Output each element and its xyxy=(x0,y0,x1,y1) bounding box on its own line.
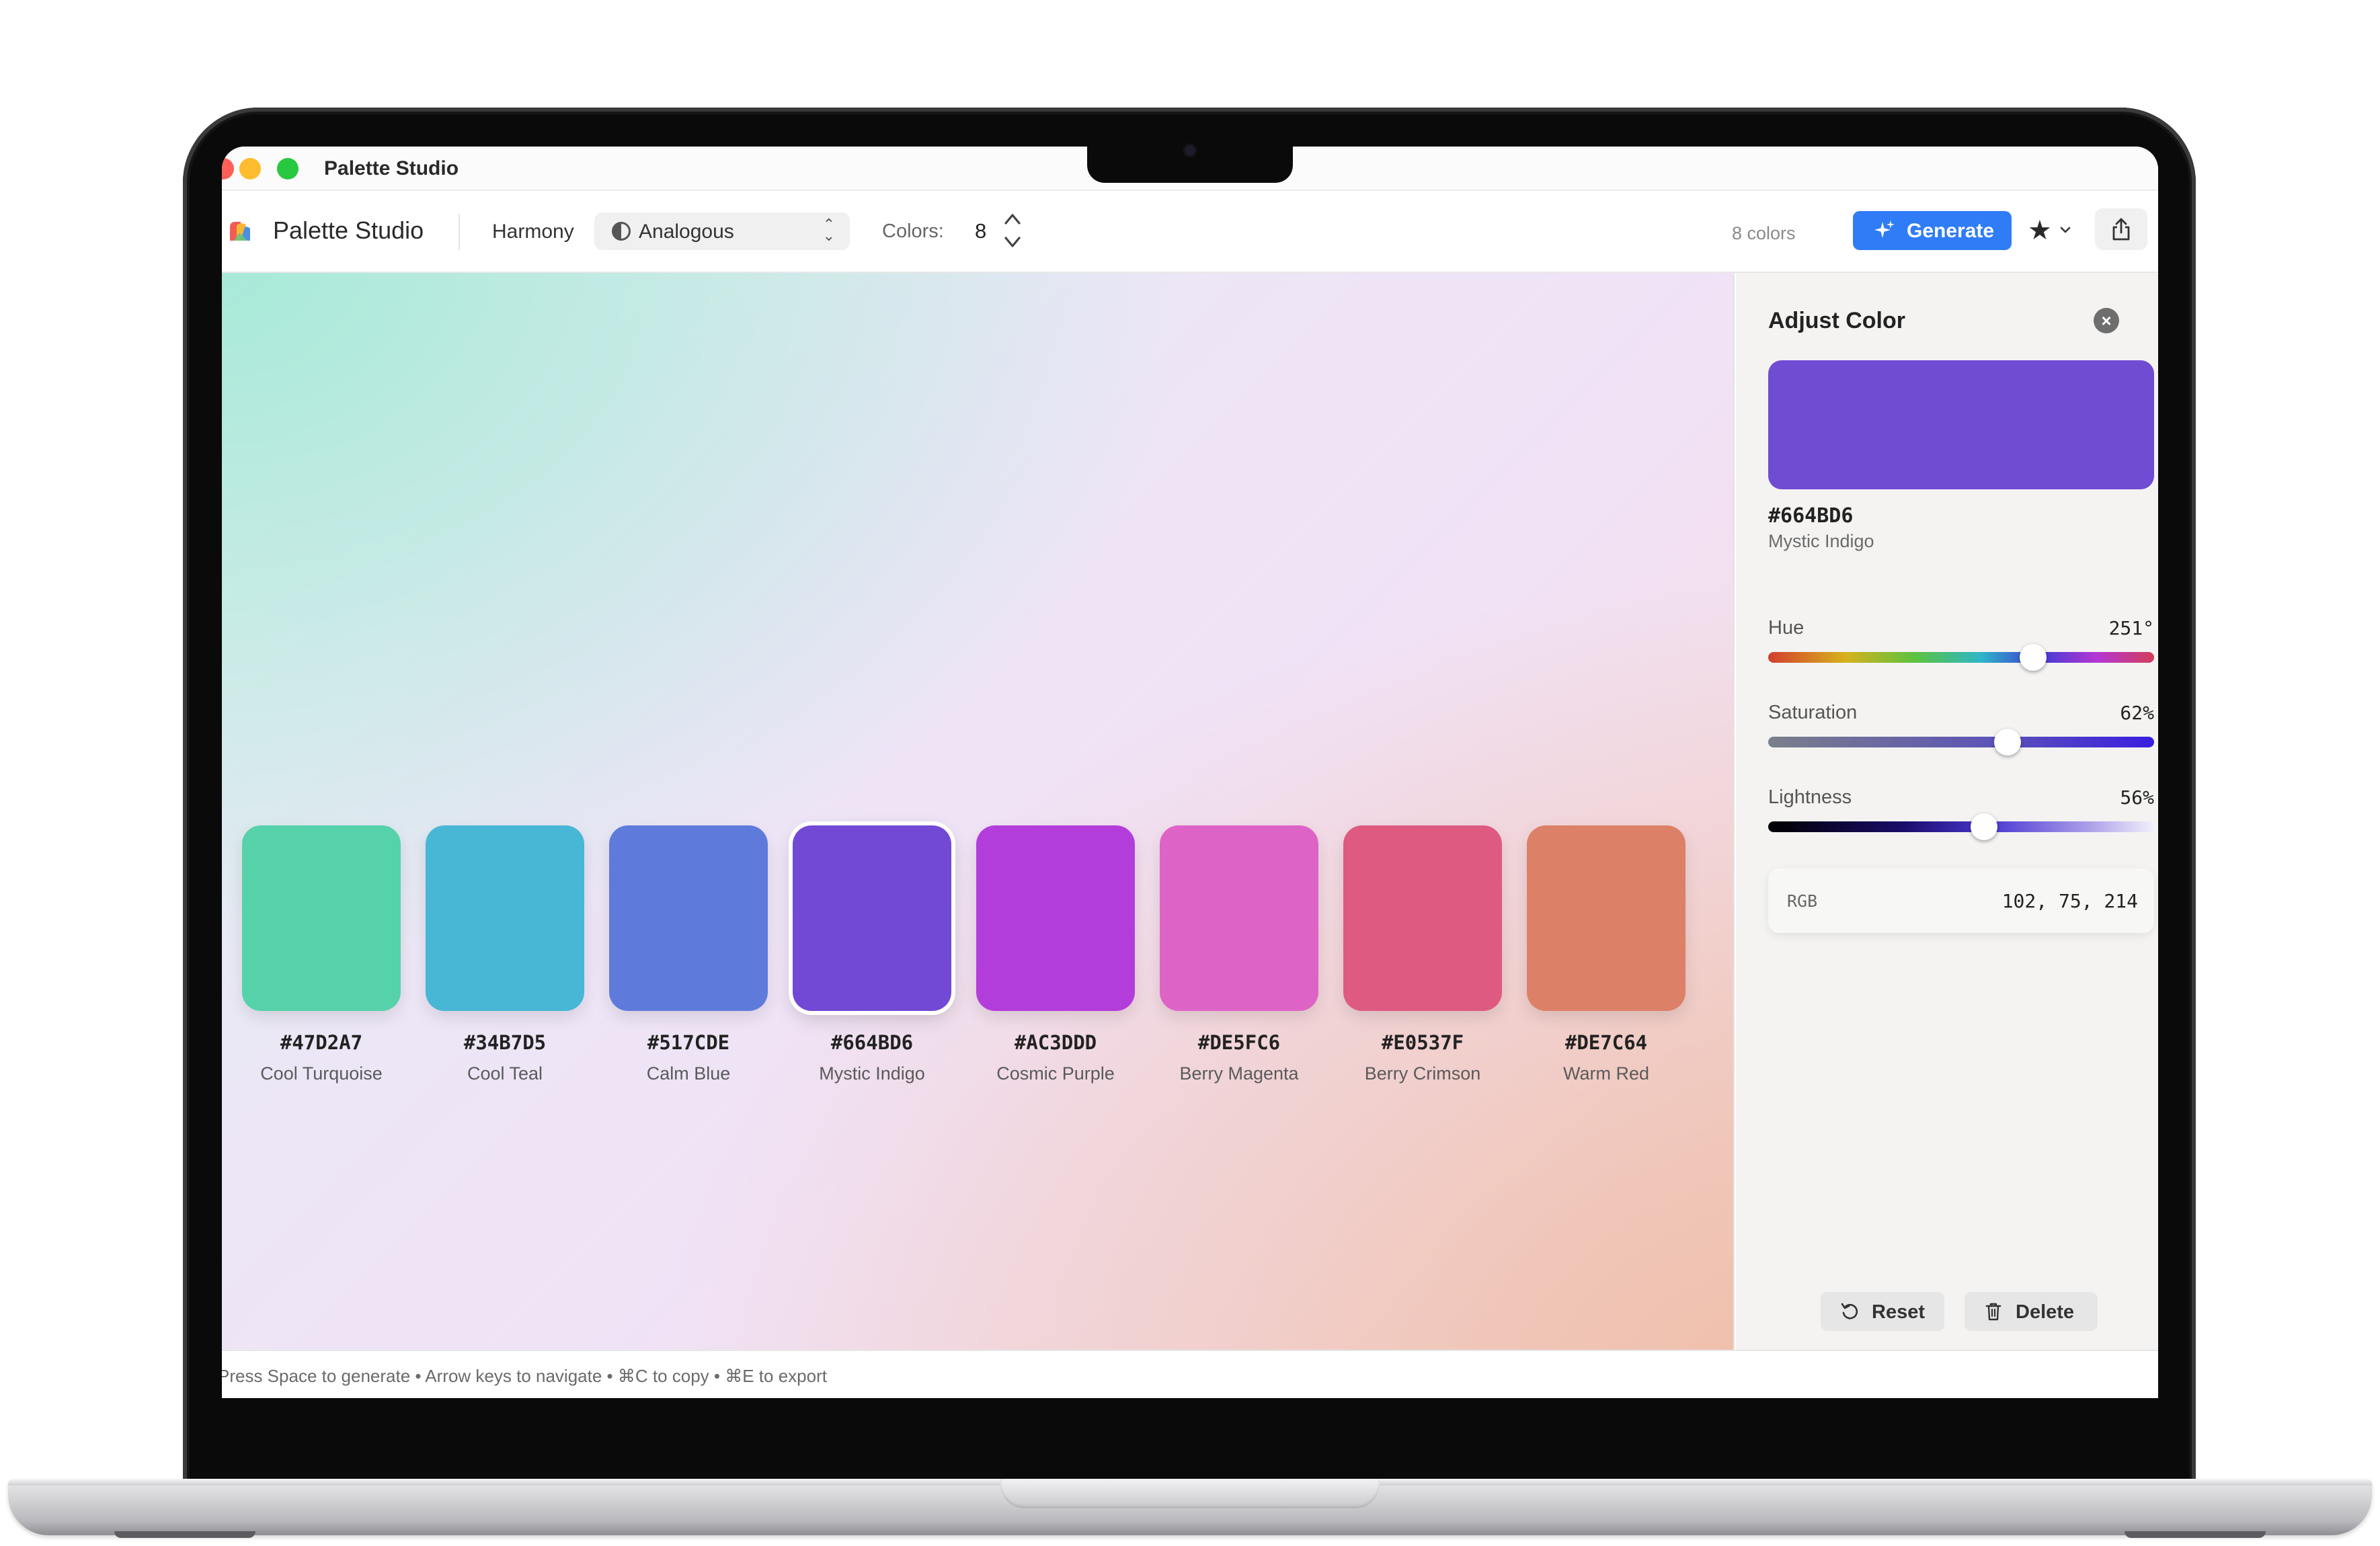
rgb-label: RGB xyxy=(1787,891,1818,911)
swatch-name: Cool Turquoise xyxy=(260,1063,383,1084)
chevron-down-icon xyxy=(2060,227,2071,233)
camera-icon xyxy=(1185,145,1195,156)
swatch-name: Cosmic Purple xyxy=(996,1063,1115,1084)
colors-stepper xyxy=(998,210,1027,253)
color-swatch[interactable] xyxy=(242,825,401,1011)
swatch-hex[interactable]: #47D2A7 xyxy=(222,1031,421,1054)
zoom-window-button[interactable] xyxy=(277,158,299,179)
panel-title: Adjust Color xyxy=(1768,308,1905,333)
sparkle-icon xyxy=(1874,220,1895,238)
rgb-readout[interactable]: RGB 102, 75, 214 xyxy=(1768,868,2154,933)
saturation-value: 62% xyxy=(2120,702,2154,724)
palette-count-label: 8 colors xyxy=(1732,223,1796,243)
window-title: Palette Studio xyxy=(324,157,459,179)
swatch-hex[interactable]: #AC3DDD xyxy=(956,1031,1155,1054)
color-swatch[interactable] xyxy=(1160,825,1318,1011)
reset-button[interactable]: Reset xyxy=(1821,1292,1944,1331)
generate-button-label: Generate xyxy=(1907,220,1995,242)
palette-canvas: #47D2A7 Cool Turquoise #34B7D5 Cool Teal #51… xyxy=(222,273,1735,1350)
color-swatch[interactable] xyxy=(426,825,584,1011)
color-swatch[interactable] xyxy=(793,825,951,1011)
close-panel-icon[interactable]: × xyxy=(2094,308,2119,333)
share-icon xyxy=(2112,218,2130,241)
share-button[interactable] xyxy=(2095,208,2147,250)
toolbar: Palette Studio Harmony Analogous ⌃ ⌄ Colo… xyxy=(222,191,2158,273)
swatch-name: Cool Teal xyxy=(467,1063,543,1084)
status-bar: Press Space to generate • Arrow keys to … xyxy=(222,1350,2158,1398)
trash-icon xyxy=(1985,1303,2001,1321)
swatch-hex[interactable]: #DE5FC6 xyxy=(1140,1031,1339,1054)
palette-logo-icon xyxy=(230,222,250,241)
reset-button-label: Reset xyxy=(1872,1301,1925,1323)
color-swatch[interactable] xyxy=(609,825,768,1011)
laptop-hinge-notch xyxy=(1000,1479,1380,1508)
screen: Palette Studio Palette Studio Harmony An… xyxy=(222,147,2158,1398)
selected-hex: #664BD6 xyxy=(1768,504,1854,528)
hue-slider-thumb[interactable] xyxy=(2020,644,2047,671)
close-window-button[interactable] xyxy=(222,158,234,179)
adjust-color-panel: Adjust Color × #664BD6 Mystic Indigo Hue… xyxy=(1736,273,2158,1350)
reset-arrow-icon xyxy=(1841,1303,1858,1319)
up-down-chevron-icon: ⌃ ⌄ xyxy=(822,216,835,244)
color-preview xyxy=(1768,360,2154,489)
laptop-foot-right xyxy=(2125,1531,2266,1538)
generate-button[interactable]: Generate xyxy=(1853,211,2012,250)
minimize-window-button[interactable] xyxy=(239,158,261,179)
saturation-label: Saturation xyxy=(1768,702,1858,723)
colors-count-value: 8 xyxy=(975,219,987,243)
stepper-down-icon[interactable] xyxy=(1002,233,1023,251)
hue-value: 251° xyxy=(2108,617,2154,639)
app-name: Palette Studio xyxy=(273,216,424,244)
swatch-hex[interactable]: #34B7D5 xyxy=(405,1031,604,1054)
lightness-label: Lightness xyxy=(1768,786,1852,808)
rgb-value: 102, 75, 214 xyxy=(2001,890,2138,912)
keyboard-hints: Press Space to generate • Arrow keys to … xyxy=(222,1366,827,1386)
harmony-selected-value: Analogous xyxy=(639,220,734,243)
swatch-name: Berry Magenta xyxy=(1179,1063,1299,1084)
favorites-menu-button[interactable]: ★ xyxy=(2025,211,2079,250)
swatch-hex[interactable]: #DE7C64 xyxy=(1507,1031,1706,1054)
harmony-label: Harmony xyxy=(492,220,574,243)
swatch-hex[interactable]: #664BD6 xyxy=(772,1031,971,1054)
delete-button[interactable]: Delete xyxy=(1965,1292,2098,1331)
saturation-slider[interactable] xyxy=(1768,729,2154,756)
swatch-hex[interactable]: #517CDE xyxy=(589,1031,788,1054)
swatch-name: Berry Crimson xyxy=(1364,1063,1481,1084)
colors-count-label: Colors: xyxy=(882,220,944,242)
color-swatch[interactable] xyxy=(1527,825,1685,1011)
star-icon: ★ xyxy=(2028,216,2052,245)
contrast-half-circle-icon xyxy=(612,222,631,241)
saturation-slider-thumb[interactable] xyxy=(1993,729,2021,756)
lightness-slider-thumb[interactable] xyxy=(1971,813,1998,840)
laptop-foot-left xyxy=(114,1531,255,1538)
swatch-name: Warm Red xyxy=(1562,1063,1649,1084)
lightness-value: 56% xyxy=(2120,786,2154,809)
hue-label: Hue xyxy=(1768,617,1804,639)
color-swatch[interactable] xyxy=(976,825,1135,1011)
swatch-name: Mystic Indigo xyxy=(819,1063,925,1084)
delete-button-label: Delete xyxy=(2016,1301,2075,1323)
swatch-name: Calm Blue xyxy=(646,1063,731,1084)
swatch-hex[interactable]: #E0537F xyxy=(1323,1031,1522,1054)
toolbar-divider xyxy=(459,214,460,250)
selected-color-name: Mystic Indigo xyxy=(1768,531,1874,551)
lightness-slider[interactable] xyxy=(1768,813,2154,840)
color-swatch[interactable] xyxy=(1343,825,1502,1011)
harmony-select[interactable]: Analogous ⌃ ⌄ xyxy=(594,212,850,250)
stepper-up-icon[interactable] xyxy=(1002,210,1023,229)
hue-slider[interactable] xyxy=(1768,644,2154,671)
